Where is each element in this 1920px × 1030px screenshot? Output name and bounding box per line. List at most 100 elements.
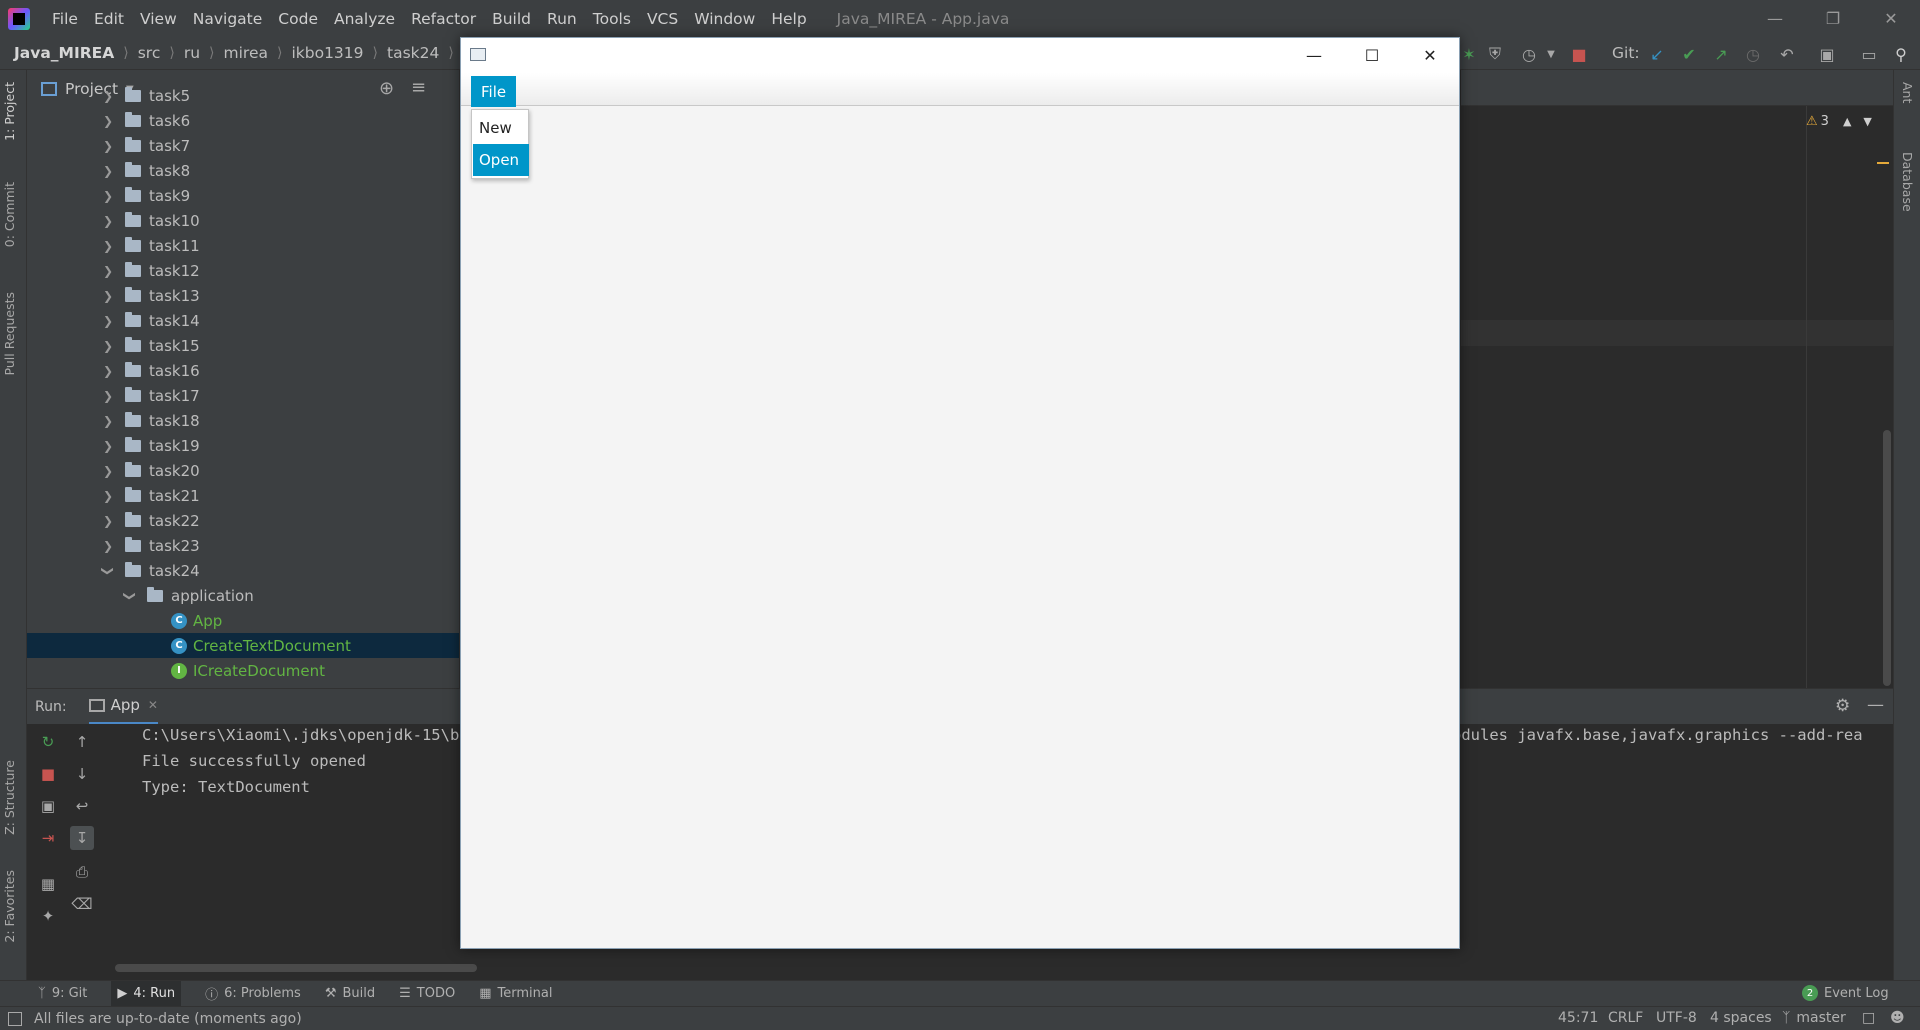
chevron-right-icon[interactable]: ❯ <box>101 89 115 103</box>
chevron-right-icon[interactable]: ❯ <box>101 339 115 353</box>
breadcrumb-ru[interactable]: ru <box>184 44 200 62</box>
layout-icon[interactable]: ▦ <box>36 872 60 896</box>
menu-navigate[interactable]: Navigate <box>185 10 271 28</box>
chevron-right-icon[interactable]: ❯ <box>101 314 115 328</box>
locate-icon[interactable]: ⊕ <box>379 78 394 99</box>
editor[interactable]: ⚠ 3 ▲ ▼ <box>1461 106 1893 688</box>
tree-item-task21[interactable]: ❯ task21 <box>101 483 200 508</box>
dropdown-icon[interactable]: ▼ <box>1540 43 1562 65</box>
chevron-right-icon[interactable]: ❯ <box>101 539 115 553</box>
tab-commit[interactable]: 0: Commit <box>2 182 17 247</box>
tree-item-task5[interactable]: ❯ task5 <box>101 83 190 108</box>
tree-item-task20[interactable]: ❯ task20 <box>101 458 200 483</box>
tree-item-icreatedocument[interactable]: I ICreateDocument <box>171 658 325 683</box>
menu-vcs[interactable]: VCS <box>639 10 686 28</box>
restore-icon[interactable]: ❐ <box>1804 0 1862 37</box>
tool-build[interactable]: ⚒ Build <box>325 986 375 1001</box>
print-icon[interactable]: ⎙ <box>70 860 94 884</box>
chevron-right-icon[interactable]: ❯ <box>101 214 115 228</box>
pin-icon[interactable]: ✦ <box>36 904 60 928</box>
breadcrumb-ikbo1319[interactable]: ikbo1319 <box>291 44 363 62</box>
warning-stripe[interactable] <box>1877 162 1889 164</box>
tab-structure[interactable]: Z: Structure <box>2 760 17 835</box>
caret-position[interactable]: 45:71 <box>1558 1010 1598 1026</box>
gear-icon[interactable]: ⚙ <box>1835 696 1850 716</box>
menu-window[interactable]: Window <box>686 10 763 28</box>
menu-build[interactable]: Build <box>484 10 539 28</box>
rerun-icon[interactable]: ↻ <box>36 730 60 754</box>
tab-pull-requests[interactable]: Pull Requests <box>2 292 17 375</box>
tree-item-task18[interactable]: ❯ task18 <box>101 408 200 433</box>
indent-setting[interactable]: 4 spaces <box>1710 1010 1772 1026</box>
status-message[interactable]: All files are up-to-date (moments ago) <box>34 1011 302 1027</box>
tree-item-task13[interactable]: ❯ task13 <box>101 283 200 308</box>
fx-close-icon[interactable]: ✕ <box>1401 38 1459 73</box>
tree-item-task22[interactable]: ❯ task22 <box>101 508 200 533</box>
soft-wrap-icon[interactable]: ↩ <box>70 794 94 818</box>
search-icon[interactable]: ⚲ <box>1890 43 1912 65</box>
debug-icon[interactable]: ✶ <box>1458 43 1480 65</box>
tree-item-task19[interactable]: ❯ task19 <box>101 433 200 458</box>
menu-code[interactable]: Code <box>270 10 326 28</box>
chevron-right-icon[interactable]: ❯ <box>101 514 115 528</box>
file-encoding[interactable]: UTF-8 <box>1656 1010 1697 1026</box>
menu-view[interactable]: View <box>132 10 185 28</box>
close-icon[interactable]: ✕ <box>1862 0 1920 37</box>
line-separator[interactable]: CRLF <box>1608 1010 1643 1026</box>
inspector-icon[interactable]: ☻ <box>1890 1010 1905 1026</box>
camera-icon[interactable]: ▣ <box>36 794 60 818</box>
menu-analyze[interactable]: Analyze <box>326 10 403 28</box>
tree-item-task23[interactable]: ❯ task23 <box>101 533 200 558</box>
run-anything-icon[interactable]: ▭ <box>1858 43 1880 65</box>
tree-item-task7[interactable]: ❯ task7 <box>101 133 190 158</box>
inspection-widget[interactable]: ⚠ 3 ▲ ▼ <box>1806 114 1872 129</box>
tool-problems[interactable]: ⓘ 6: Problems <box>205 984 301 1003</box>
chevron-right-icon[interactable]: ❯ <box>101 364 115 378</box>
fx-menu-file[interactable]: File <box>471 76 517 107</box>
run-tab-app[interactable]: App ✕ <box>88 689 158 725</box>
menu-help[interactable]: Help <box>763 10 814 28</box>
menu-file[interactable]: File <box>44 10 86 28</box>
chevron-right-icon[interactable]: ❯ <box>101 239 115 253</box>
trash-icon[interactable]: ⌫ <box>70 892 94 916</box>
history-icon[interactable]: ◷ <box>1742 43 1764 65</box>
chevron-right-icon[interactable]: ❯ <box>101 264 115 278</box>
tree-item-app[interactable]: C App <box>171 608 222 633</box>
tree-item-application[interactable]: ❯ application <box>123 583 254 608</box>
chevron-right-icon[interactable]: ❯ <box>101 114 115 128</box>
chevron-right-icon[interactable]: ❯ <box>101 439 115 453</box>
chevron-down-icon[interactable]: ❯ <box>101 564 115 578</box>
tab-project[interactable]: 1: Project <box>2 82 17 141</box>
chevron-right-icon[interactable]: ❯ <box>101 464 115 478</box>
menu-tools[interactable]: Tools <box>585 10 639 28</box>
tree-item-task16[interactable]: ❯ task16 <box>101 358 200 383</box>
menu-refactor[interactable]: Refactor <box>403 10 484 28</box>
profile-icon[interactable]: ◷ <box>1518 43 1540 65</box>
chevron-right-icon[interactable]: ❯ <box>101 189 115 203</box>
chevron-right-icon[interactable]: ❯ <box>101 139 115 153</box>
menu-run[interactable]: Run <box>539 10 585 28</box>
arrow-up-icon[interactable]: ↑ <box>70 730 94 754</box>
fx-menu-item-open[interactable]: Open <box>473 144 529 176</box>
breadcrumb-task24[interactable]: task24 <box>387 44 439 62</box>
toggle-tool-windows-icon[interactable] <box>8 1011 22 1026</box>
tree-item-createtextdocument[interactable]: C CreateTextDocument <box>27 633 459 658</box>
tree-item-task24[interactable]: ❯ task24 <box>101 558 200 583</box>
tree-item-task9[interactable]: ❯ task9 <box>101 183 190 208</box>
tree-item-task12[interactable]: ❯ task12 <box>101 258 200 283</box>
git-push-icon[interactable]: ↗ <box>1710 43 1732 65</box>
tree-item-task15[interactable]: ❯ task15 <box>101 333 200 358</box>
console-scrollbar[interactable] <box>115 964 477 972</box>
chevron-down-icon[interactable]: ▼ <box>1863 115 1871 128</box>
tree-item-task17[interactable]: ❯ task17 <box>101 383 200 408</box>
breadcrumb-project[interactable]: Java_MIREA <box>14 44 114 62</box>
tool-todo[interactable]: ☰ TODO <box>399 986 455 1001</box>
fx-titlebar[interactable]: — ☐ ✕ <box>461 38 1459 73</box>
breadcrumb-mirea[interactable]: mirea <box>224 44 268 62</box>
javafx-app-window[interactable]: — ☐ ✕ File New Open <box>460 37 1460 949</box>
rollback-icon[interactable]: ↶ <box>1776 43 1798 65</box>
tree-item-task14[interactable]: ❯ task14 <box>101 308 200 333</box>
menu-edit[interactable]: Edit <box>86 10 132 28</box>
stop-icon[interactable]: ■ <box>36 762 60 786</box>
tool-terminal[interactable]: ▦ Terminal <box>479 986 552 1001</box>
